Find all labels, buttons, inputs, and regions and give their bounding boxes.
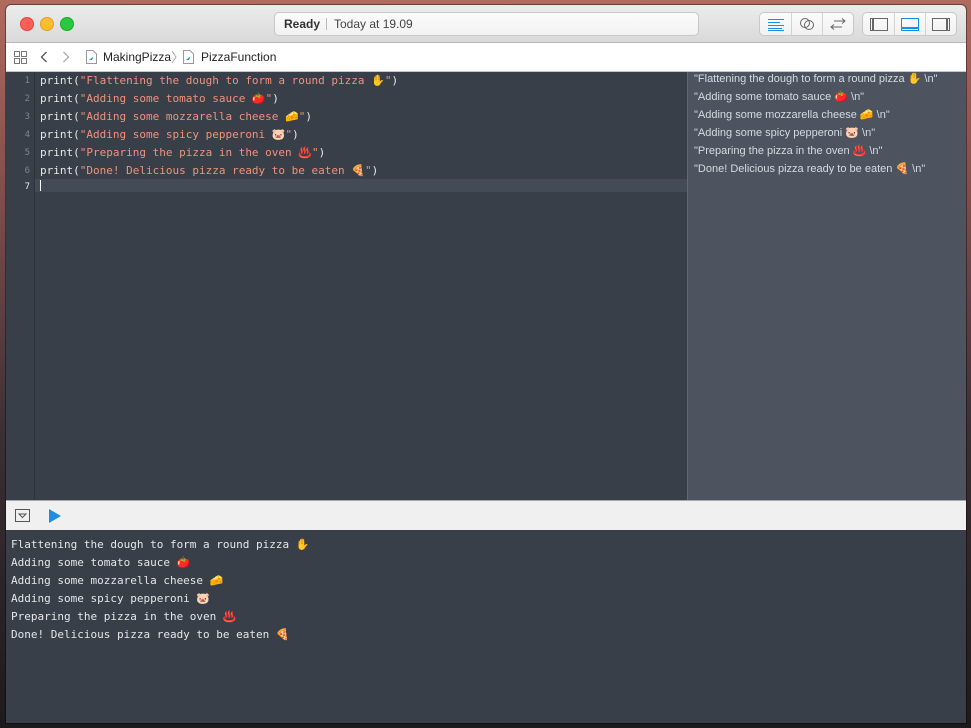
code-line[interactable]: print("Flattening the dough to form a ro…	[40, 72, 398, 90]
breadcrumb-separator	[171, 43, 177, 71]
standard-editor-icon	[767, 18, 784, 31]
debug-area-icon	[901, 17, 919, 31]
toggle-debug-area-button[interactable]	[894, 13, 925, 35]
back-button[interactable]	[40, 43, 48, 71]
close-paren: )	[371, 164, 379, 177]
titlebar: Ready Today at 19.09	[6, 5, 966, 43]
line-number: 4	[24, 130, 30, 140]
chevron-right-icon	[63, 51, 70, 63]
string-literal: "Adding some spicy pepperoni 🐷"	[79, 128, 293, 141]
line-number-gutter: 1 2 3 4 5 6 7	[6, 72, 35, 500]
breadcrumb-label: PizzaFunction	[201, 50, 277, 64]
code-line[interactable]: print("Done! Delicious pizza ready to be…	[40, 162, 378, 180]
result-value[interactable]: "Preparing the pizza in the oven ♨️ \n"	[694, 142, 882, 160]
function-name: print	[40, 74, 74, 87]
source-editor[interactable]: print("Flattening the dough to form a ro…	[35, 72, 687, 500]
string-literal: "Preparing the pizza in the oven ♨️"	[79, 146, 319, 159]
function-name: print	[40, 128, 74, 141]
console-line: Adding some mozzarella cheese 🧀	[11, 574, 224, 587]
open-paren: (	[73, 164, 80, 177]
standard-editor-button[interactable]	[760, 13, 791, 35]
close-paren: )	[391, 74, 399, 87]
related-items-button[interactable]	[14, 43, 27, 71]
function-name: print	[40, 164, 74, 177]
run-playground-button[interactable]	[49, 509, 61, 528]
string-literal: "Adding some tomato sauce 🍅"	[79, 92, 273, 105]
code-line[interactable]: print("Preparing the pizza in the oven ♨…	[40, 144, 325, 162]
function-name: print	[40, 146, 74, 159]
play-icon	[49, 509, 61, 523]
editor-mode-segmented-control	[759, 12, 854, 36]
activity-status: Ready Today at 19.09	[274, 12, 699, 36]
console-line: Adding some tomato sauce 🍅	[11, 556, 191, 569]
result-value[interactable]: "Adding some tomato sauce 🍅 \n"	[694, 88, 864, 106]
open-paren: (	[73, 110, 80, 123]
result-value[interactable]: "Adding some spicy pepperoni 🐷 \n"	[694, 124, 875, 142]
swift-file-icon	[86, 50, 97, 64]
jump-bar: MakingPizza PizzaFunction	[6, 43, 966, 72]
console-line: Preparing the pizza in the oven ♨️	[11, 610, 237, 623]
assistant-editor-button[interactable]	[791, 13, 822, 35]
breadcrumb-chevron-icon	[171, 50, 177, 64]
line-number: 6	[24, 166, 30, 176]
navigator-panel-icon	[869, 17, 888, 31]
result-value[interactable]: "Flattening the dough to form a round pi…	[694, 70, 937, 88]
version-editor-button[interactable]	[822, 13, 853, 35]
string-literal: "Done! Delicious pizza ready to be eaten…	[79, 164, 372, 177]
debug-bar	[6, 500, 966, 531]
open-paren: (	[73, 146, 80, 159]
close-paren: )	[292, 128, 299, 141]
close-paren: )	[272, 92, 279, 105]
toggle-navigator-button[interactable]	[863, 13, 894, 35]
collapse-triangle-icon	[15, 509, 30, 522]
open-paren: (	[73, 128, 80, 141]
hide-debug-area-button[interactable]	[15, 509, 30, 527]
string-literal: "Flattening the dough to form a round pi…	[79, 74, 392, 87]
swift-file-icon	[183, 50, 194, 64]
status-timestamp: Today at 19.09	[334, 17, 413, 31]
result-value[interactable]: "Done! Delicious pizza ready to be eaten…	[694, 160, 925, 178]
line-number: 1	[24, 76, 30, 86]
console-output[interactable]: Flattening the dough to form a round piz…	[6, 530, 966, 723]
console-line: Done! Delicious pizza ready to be eaten …	[11, 628, 290, 641]
fullscreen-window-button[interactable]	[60, 17, 74, 31]
close-paren: )	[305, 110, 312, 123]
forward-button[interactable]	[62, 43, 70, 71]
breadcrumb-item-page[interactable]: PizzaFunction	[183, 43, 276, 71]
breadcrumb-item-playground[interactable]: MakingPizza	[86, 43, 171, 71]
result-value[interactable]: "Adding some mozzarella cheese 🧀 \n"	[694, 106, 890, 124]
minimize-window-button[interactable]	[40, 17, 54, 31]
text-cursor	[40, 180, 41, 191]
status-text: Ready	[284, 17, 321, 31]
assistant-editor-icon	[800, 18, 814, 30]
line-number: 5	[24, 148, 30, 158]
version-editor-icon	[830, 18, 846, 30]
line-number-current: 7	[24, 182, 30, 192]
function-name: print	[40, 110, 74, 123]
code-line[interactable]: print("Adding some spicy pepperoni 🐷")	[40, 126, 299, 144]
line-number: 2	[24, 94, 30, 104]
xcode-playground-window: Ready Today at 19.09 MakingPizza PizzaFu…	[6, 5, 966, 723]
code-line[interactable]: print("Adding some mozzarella cheese 🧀")	[40, 108, 312, 126]
utilities-panel-icon	[932, 17, 950, 31]
open-paren: (	[73, 92, 80, 105]
toggle-utilities-button[interactable]	[925, 13, 956, 35]
breadcrumb-label: MakingPizza	[103, 50, 172, 64]
view-segmented-control	[862, 12, 957, 36]
grid-icon	[14, 50, 27, 64]
close-window-button[interactable]	[20, 17, 34, 31]
console-line: Flattening the dough to form a round piz…	[11, 538, 310, 551]
close-paren: )	[318, 146, 326, 159]
chevron-left-icon	[40, 51, 47, 63]
line-number: 3	[24, 112, 30, 122]
results-sidebar: "Flattening the dough to form a round pi…	[687, 72, 966, 500]
function-name: print	[40, 92, 74, 105]
open-paren: (	[73, 74, 80, 87]
code-line[interactable]: print("Adding some tomato sauce 🍅")	[40, 90, 279, 108]
status-divider	[326, 18, 327, 30]
console-line: Adding some spicy pepperoni 🐷	[11, 592, 211, 605]
current-line-highlight	[35, 179, 687, 192]
string-literal: "Adding some mozzarella cheese 🧀"	[79, 110, 306, 123]
